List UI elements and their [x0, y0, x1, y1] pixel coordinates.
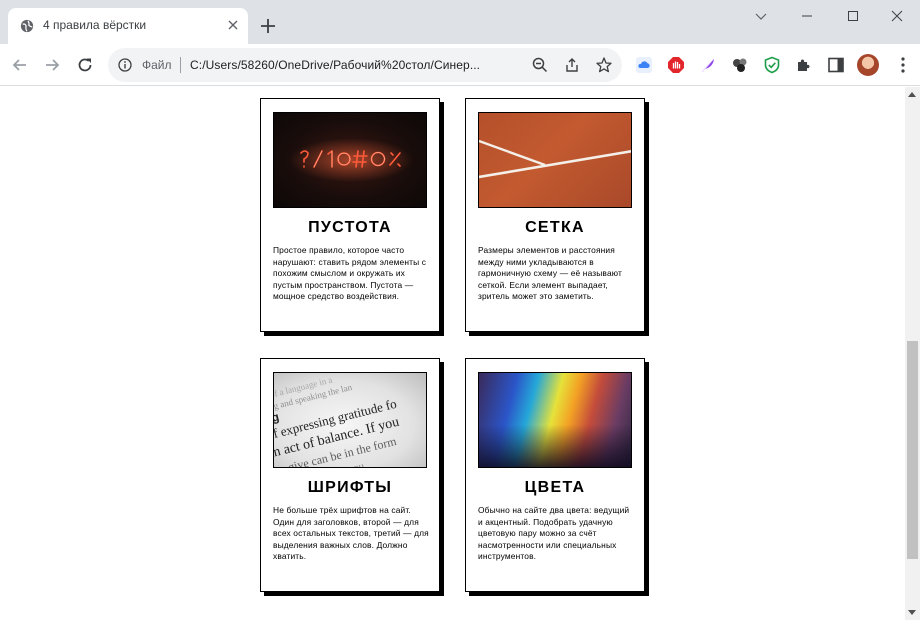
- printed-text-image: ding and speaking the lan rs of a langua…: [273, 372, 427, 468]
- card-text: Не больше трёх шрифтов на сайт. Один для…: [273, 505, 429, 562]
- card-title: ШРИФТЫ: [307, 479, 393, 496]
- page-viewport: ПУСТОТА Простое правило, которое часто н…: [0, 87, 905, 620]
- maximize-button[interactable]: [830, 0, 876, 32]
- cloud-extension-icon[interactable]: [635, 56, 653, 74]
- card-title: ЦВЕТА: [524, 479, 586, 496]
- card-text: Обычно на сайте два цвета: ведущий и акц…: [478, 505, 630, 562]
- close-window-button[interactable]: [874, 0, 920, 32]
- scroll-up-arrow-icon[interactable]: [908, 92, 916, 97]
- card-text: Простое правило, которое часто нарушают:…: [273, 245, 427, 302]
- shield-check-extension-icon[interactable]: [763, 56, 781, 74]
- bookmark-star-icon[interactable]: [595, 56, 613, 74]
- browser-toolbar: Файл C:/Users/58260/OneDrive/Рабочий%20с…: [0, 44, 920, 86]
- scroll-down-arrow-icon[interactable]: [908, 610, 916, 615]
- puzzle-extensions-icon[interactable]: [795, 56, 813, 74]
- maximize-icon: [848, 11, 858, 21]
- feather-extension-icon[interactable]: [699, 56, 717, 74]
- vertical-scrollbar[interactable]: [905, 87, 920, 620]
- kebab-menu-icon[interactable]: [895, 56, 911, 74]
- scrollbar-thumb[interactable]: [907, 341, 918, 559]
- close-tab-icon[interactable]: [226, 18, 240, 32]
- card-grid: СЕТКА Размеры элементов и расстояния меж…: [465, 98, 645, 332]
- card-title: ПУСТОТА: [308, 219, 392, 236]
- tab-search-button[interactable]: [738, 0, 784, 32]
- card-colors: ЦВЕТА Обычно на сайте два цвета: ведущий…: [465, 358, 645, 592]
- close-icon: [891, 10, 903, 22]
- neon-symbols-image: [273, 112, 427, 208]
- omnibox-scheme-label: Файл: [142, 58, 172, 72]
- card-emptiness: ПУСТОТА Простое правило, которое часто н…: [260, 98, 440, 332]
- minimize-icon: [802, 15, 812, 17]
- new-tab-icon[interactable]: [258, 16, 278, 36]
- zoom-icon[interactable]: [531, 56, 549, 74]
- globe-icon: [20, 19, 34, 33]
- info-icon[interactable]: [118, 58, 132, 72]
- tab-title: 4 правила вёрстки: [43, 18, 147, 32]
- card-title: СЕТКА: [525, 219, 585, 236]
- card-text: Размеры элементов и расстояния между ним…: [478, 245, 622, 302]
- adblock-extension-icon[interactable]: [667, 56, 685, 74]
- rainbow-blur-image: [478, 372, 632, 468]
- omnibox-separator: [180, 57, 181, 73]
- bubbles-extension-icon[interactable]: [731, 56, 749, 74]
- side-panel-icon[interactable]: [827, 56, 845, 74]
- browser-title-bar: 4 правила вёрстки: [0, 0, 920, 44]
- browser-tab[interactable]: 4 правила вёрстки: [8, 8, 248, 44]
- share-icon[interactable]: [563, 56, 581, 74]
- card-fonts: ding and speaking the lan rs of a langua…: [260, 358, 440, 592]
- neon-glow-illustration: [289, 138, 413, 182]
- printed-page-illustration: ding and speaking the lan rs of a langua…: [274, 374, 401, 467]
- reload-icon[interactable]: [75, 55, 95, 75]
- address-bar[interactable]: Файл C:/Users/58260/OneDrive/Рабочий%20с…: [108, 48, 622, 82]
- forward-arrow-icon[interactable]: [42, 55, 62, 75]
- back-arrow-icon[interactable]: [10, 55, 30, 75]
- court-lines-illustration: [479, 139, 631, 179]
- url-text[interactable]: C:/Users/58260/OneDrive/Рабочий%20стол/С…: [190, 58, 480, 72]
- clay-court-image: [478, 112, 632, 208]
- minimize-button[interactable]: [784, 0, 830, 32]
- profile-avatar[interactable]: [857, 54, 879, 76]
- chevron-down-icon: [755, 13, 767, 20]
